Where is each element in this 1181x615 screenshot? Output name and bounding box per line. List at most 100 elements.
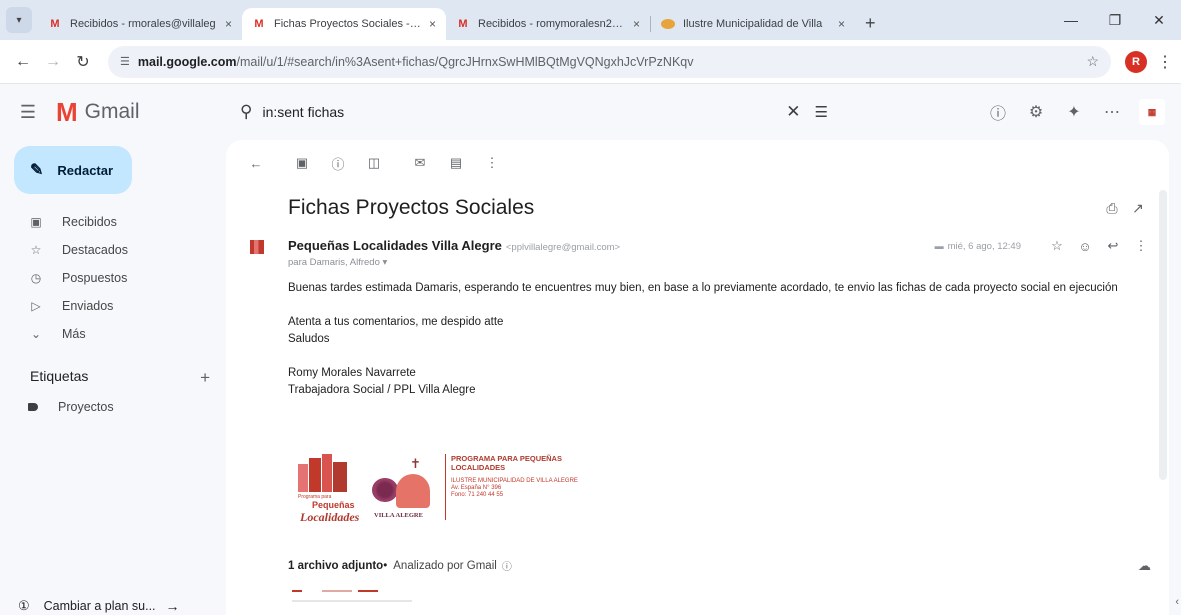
labels-heading: Etiquetas + <box>30 368 210 388</box>
sender-line: Pequeñas Localidades Villa Alegre <pplvi… <box>288 238 620 253</box>
open-new-window-icon[interactable]: ↗ <box>1125 200 1151 217</box>
delete-trash-icon[interactable]: ◫ <box>356 155 392 171</box>
scrollbar[interactable] <box>1159 190 1167 480</box>
compose-button[interactable]: ✎ Redactar <box>14 146 132 194</box>
municipality-icon <box>661 19 675 29</box>
sidebar-item-starred[interactable]: ☆ Destacados <box>0 236 226 264</box>
help-icon[interactable]: ⓘ <box>979 100 1017 124</box>
gemini-sparkle-icon[interactable]: ✦ <box>1055 102 1093 122</box>
sender-avatar[interactable] <box>246 240 268 264</box>
villa-alegre-church-logo: ✝ <box>372 456 442 512</box>
window-close-icon[interactable]: ✕ <box>1137 12 1181 29</box>
sidebar-item-sent[interactable]: ▷ Enviados <box>0 292 226 320</box>
sidebar: ✎ Redactar ▣ Recibidos ☆ Destacados ◷ Po… <box>0 140 226 615</box>
sidebar-item-snoozed[interactable]: ◷ Pospuestos <box>0 264 226 292</box>
sidebar-item-more[interactable]: ⌄ Más <box>0 320 226 348</box>
back-to-list-icon[interactable]: ← <box>238 156 274 171</box>
browser-tab[interactable]: M Recibidos - romymoralesn25@ × <box>446 8 650 40</box>
print-icon[interactable]: ⎙ <box>1099 200 1125 217</box>
browser-tab-active[interactable]: M Fichas Proyectos Sociales - ppl × <box>242 8 446 40</box>
close-icon[interactable]: × <box>225 17 232 31</box>
browser-menu-icon[interactable]: ⋮ <box>1157 52 1173 72</box>
logo-pequenas: Pequeñas <box>312 500 355 510</box>
back-arrow-icon[interactable]: ← <box>10 53 36 71</box>
window-controls: — ❐ ✕ <box>1049 0 1181 40</box>
gmail-logo-icon: M <box>56 96 78 127</box>
bookmark-star-icon[interactable]: ☆ <box>1086 53 1099 70</box>
sender-name[interactable]: Pequeñas Localidades Villa Alegre <box>288 238 502 253</box>
apps-grid-icon[interactable]: ⋯ <box>1093 102 1131 122</box>
url-host: mail.google.com <box>137 54 237 69</box>
add-to-drive-icon[interactable]: ☁ <box>1138 558 1151 574</box>
site-info-icon[interactable]: ☰ <box>120 55 130 68</box>
arrow-right-icon: → <box>165 598 180 614</box>
signature-phone: Fono: 71 240 44 55 <box>451 492 504 498</box>
account-avatar[interactable]: ▦ <box>1139 99 1165 125</box>
archive-icon[interactable]: ▣ <box>284 155 320 171</box>
header-actions: ⓘ ⚙ ✦ ⋯ ▦ <box>979 84 1165 140</box>
signature-logo: Programa para Pequeñas Localidades ✝ VIL… <box>298 454 588 524</box>
gmail-header: ☰ M Gmail ⚲ ✕ ☰ ⓘ ⚙ ✦ ⋯ ▦ <box>0 84 1181 140</box>
gmail-logo[interactable]: M Gmail <box>56 97 226 128</box>
chevron-left-icon[interactable]: ‹ <box>1175 596 1179 608</box>
email-body: Buenas tardes estimada Damaris, esperand… <box>288 280 1148 399</box>
new-tab-button[interactable]: + <box>865 13 876 34</box>
mark-unread-icon[interactable]: ✉ <box>402 155 438 171</box>
label-tag-icon <box>28 403 38 411</box>
attachment-count: 1 archivo adjunto <box>288 559 384 572</box>
info-icon[interactable]: ⓘ <box>502 558 512 573</box>
attachment-thumbnail[interactable] <box>292 586 432 612</box>
search-input[interactable] <box>262 104 773 120</box>
recipients-toggle[interactable]: para Damaris, Alfredo ▾ <box>288 257 387 268</box>
browser-tab[interactable]: M Recibidos - rmorales@villaleg × <box>38 8 242 40</box>
profile-avatar[interactable]: R <box>1125 50 1147 73</box>
forward-arrow-icon[interactable]: → <box>40 53 66 71</box>
close-icon[interactable]: × <box>633 17 640 31</box>
settings-gear-icon[interactable]: ⚙ <box>1017 102 1055 122</box>
recipients-text: para Damaris, Alfredo <box>288 257 380 268</box>
tab-search-button[interactable]: ▾ <box>6 7 32 33</box>
sidebar-item-label: Enviados <box>62 299 114 313</box>
search-options-icon[interactable]: ☰ <box>815 103 828 121</box>
search-icon[interactable]: ⚲ <box>240 102 252 122</box>
ppl-logo-blocks <box>298 454 352 494</box>
clock-icon: ◷ <box>30 271 42 285</box>
signature-details: PROGRAMA PARA PEQUEÑAS LOCALIDADES ILUST… <box>451 454 591 499</box>
scan-label: Analizado por Gmail <box>393 559 497 572</box>
tab-title: Ilustre Municipalidad de Villa <box>683 18 823 30</box>
browser-tab[interactable]: Ilustre Municipalidad de Villa × <box>651 8 855 40</box>
move-to-icon[interactable]: ▤ <box>438 155 474 171</box>
sidebar-item-label-proyectos[interactable]: Proyectos <box>28 400 114 414</box>
sidebar-item-label: Recibidos <box>62 215 117 229</box>
more-actions-icon[interactable]: ⋮ <box>474 155 510 171</box>
label-icon: ▬ <box>934 240 944 251</box>
emoji-react-icon[interactable]: ☺ <box>1071 239 1099 254</box>
reload-icon[interactable]: ↻ <box>70 52 96 72</box>
sidebar-item-inbox[interactable]: ▣ Recibidos <box>0 208 226 236</box>
url-field[interactable]: ☰ mail.google.com /mail/u/1/#search/in%3… <box>108 45 1111 78</box>
signature-role: Trabajadora Social / PPL Villa Alegre <box>288 384 476 396</box>
minimize-icon[interactable]: — <box>1049 12 1093 28</box>
close-icon[interactable]: × <box>838 17 845 31</box>
upgrade-plan-link[interactable]: ① Cambiar a plan su... → <box>18 598 180 614</box>
close-icon[interactable]: × <box>429 17 436 31</box>
sidebar-item-label: Pospuestos <box>62 271 128 285</box>
more-options-icon[interactable]: ⋮ <box>1127 238 1155 254</box>
restore-icon[interactable]: ❐ <box>1093 12 1137 29</box>
labels-title: Etiquetas <box>30 368 89 384</box>
star-icon[interactable]: ☆ <box>1043 238 1071 254</box>
upgrade-label: Cambiar a plan su... <box>43 599 156 613</box>
reply-icon[interactable]: ↩ <box>1099 238 1127 254</box>
tab-title: Recibidos - romymoralesn25@ <box>478 18 627 30</box>
clear-search-icon[interactable]: ✕ <box>786 102 800 122</box>
program-title: PROGRAMA PARA PEQUEÑAS LOCALIDADES <box>451 454 562 472</box>
report-spam-icon[interactable]: ⓘ <box>320 154 356 173</box>
main-menu-icon[interactable]: ☰ <box>0 102 56 123</box>
add-label-icon[interactable]: + <box>200 368 210 388</box>
pencil-icon: ✎ <box>30 162 44 179</box>
compose-label: Redactar <box>57 162 114 178</box>
inbox-icon: ▣ <box>30 215 42 229</box>
star-icon: ☆ <box>30 243 42 257</box>
signature-divider <box>445 454 446 520</box>
subject-actions: ⎙ ↗ <box>1099 200 1151 217</box>
